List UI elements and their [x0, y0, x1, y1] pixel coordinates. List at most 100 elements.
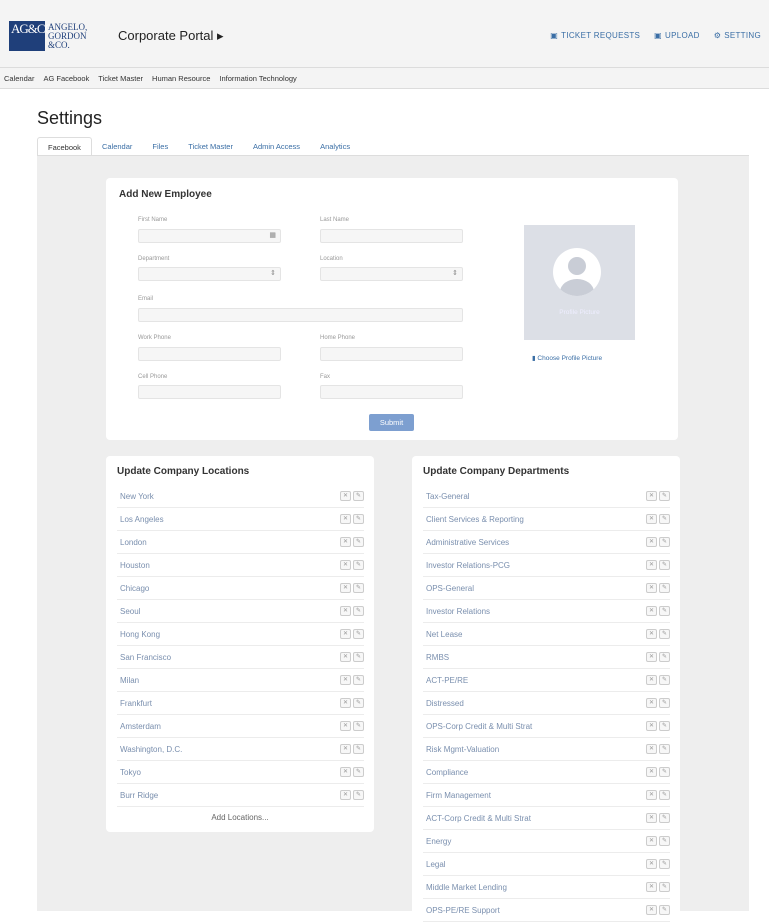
delete-icon[interactable]: ✕	[646, 514, 657, 524]
edit-icon[interactable]: ✎	[353, 675, 364, 685]
location-select[interactable]: ⇕	[320, 267, 463, 281]
delete-icon[interactable]: ✕	[646, 491, 657, 501]
delete-icon[interactable]: ✕	[646, 767, 657, 777]
delete-icon[interactable]: ✕	[340, 514, 351, 524]
edit-icon[interactable]: ✎	[353, 629, 364, 639]
edit-icon[interactable]: ✎	[353, 560, 364, 570]
department-select[interactable]: ⇕	[138, 267, 281, 281]
add-locations-link[interactable]: Add Locations...	[106, 813, 374, 822]
delete-icon[interactable]: ✕	[646, 813, 657, 823]
edit-icon[interactable]: ✎	[353, 698, 364, 708]
card-title: Add New Employee	[119, 189, 212, 200]
delete-icon[interactable]: ✕	[340, 629, 351, 639]
row-actions: ✕ ✎	[340, 606, 364, 616]
delete-icon[interactable]: ✕	[646, 698, 657, 708]
delete-icon[interactable]: ✕	[340, 537, 351, 547]
edit-icon[interactable]: ✎	[659, 767, 670, 777]
company-logo[interactable]: AG&CO ANGELO, GORDON &CO.	[9, 21, 87, 51]
list-item: Burr Ridge ✕ ✎	[117, 784, 364, 807]
delete-icon[interactable]: ✕	[646, 744, 657, 754]
delete-icon[interactable]: ✕	[646, 721, 657, 731]
edit-icon[interactable]: ✎	[659, 675, 670, 685]
nav-information-technology[interactable]: Information Technology	[219, 74, 296, 83]
edit-icon[interactable]: ✎	[659, 629, 670, 639]
delete-icon[interactable]: ✕	[340, 675, 351, 685]
tab-analytics[interactable]: Analytics	[310, 137, 360, 156]
edit-icon[interactable]: ✎	[659, 560, 670, 570]
profile-picture-placeholder[interactable]: Profile Picture	[524, 225, 635, 340]
fax-field[interactable]	[320, 385, 463, 399]
delete-icon[interactable]: ✕	[340, 652, 351, 662]
edit-icon[interactable]: ✎	[659, 491, 670, 501]
edit-icon[interactable]: ✎	[353, 537, 364, 547]
delete-icon[interactable]: ✕	[340, 698, 351, 708]
edit-icon[interactable]: ✎	[659, 836, 670, 846]
delete-icon[interactable]: ✕	[646, 836, 657, 846]
edit-icon[interactable]: ✎	[659, 606, 670, 616]
nav-calendar[interactable]: Calendar	[4, 74, 34, 83]
delete-icon[interactable]: ✕	[340, 491, 351, 501]
nav-ag-facebook[interactable]: AG Facebook	[43, 74, 89, 83]
ticket-requests-link[interactable]: ▣ TICKET REQUESTS	[550, 31, 640, 40]
tab-facebook[interactable]: Facebook	[37, 137, 92, 156]
edit-icon[interactable]: ✎	[659, 790, 670, 800]
home-phone-field[interactable]	[320, 347, 463, 361]
edit-icon[interactable]: ✎	[353, 767, 364, 777]
edit-icon[interactable]: ✎	[659, 744, 670, 754]
submit-button[interactable]: Submit	[369, 414, 414, 431]
edit-icon[interactable]: ✎	[353, 652, 364, 662]
edit-icon[interactable]: ✎	[659, 514, 670, 524]
delete-icon[interactable]: ✕	[646, 652, 657, 662]
delete-icon[interactable]: ✕	[646, 583, 657, 593]
delete-icon[interactable]: ✕	[340, 583, 351, 593]
tab-ticket-master[interactable]: Ticket Master	[178, 137, 243, 156]
first-name-field[interactable]: ▦	[138, 229, 281, 243]
tab-calendar[interactable]: Calendar	[92, 137, 142, 156]
edit-icon[interactable]: ✎	[659, 859, 670, 869]
delete-icon[interactable]: ✕	[340, 721, 351, 731]
delete-icon[interactable]: ✕	[646, 905, 657, 915]
edit-icon[interactable]: ✎	[353, 721, 364, 731]
delete-icon[interactable]: ✕	[646, 790, 657, 800]
edit-icon[interactable]: ✎	[659, 721, 670, 731]
delete-icon[interactable]: ✕	[340, 790, 351, 800]
edit-icon[interactable]: ✎	[353, 583, 364, 593]
upload-link[interactable]: ▣ UPLOAD	[654, 31, 700, 40]
delete-icon[interactable]: ✕	[646, 629, 657, 639]
edit-icon[interactable]: ✎	[659, 698, 670, 708]
row-actions: ✕ ✎	[646, 698, 670, 708]
tab-admin-access[interactable]: Admin Access	[243, 137, 310, 156]
edit-icon[interactable]: ✎	[353, 790, 364, 800]
edit-icon[interactable]: ✎	[659, 537, 670, 547]
delete-icon[interactable]: ✕	[646, 675, 657, 685]
delete-icon[interactable]: ✕	[646, 882, 657, 892]
edit-icon[interactable]: ✎	[659, 905, 670, 915]
edit-icon[interactable]: ✎	[353, 744, 364, 754]
edit-icon[interactable]: ✎	[659, 813, 670, 823]
portal-title[interactable]: Corporate Portal ▸	[118, 28, 224, 44]
delete-icon[interactable]: ✕	[646, 560, 657, 570]
delete-icon[interactable]: ✕	[340, 560, 351, 570]
list-item: RMBS ✕ ✎	[423, 646, 670, 669]
last-name-field[interactable]	[320, 229, 463, 243]
edit-icon[interactable]: ✎	[659, 652, 670, 662]
edit-icon[interactable]: ✎	[353, 606, 364, 616]
delete-icon[interactable]: ✕	[646, 537, 657, 547]
work-phone-field[interactable]	[138, 347, 281, 361]
edit-icon[interactable]: ✎	[659, 882, 670, 892]
delete-icon[interactable]: ✕	[646, 606, 657, 616]
tab-files[interactable]: Files	[142, 137, 178, 156]
email-field[interactable]	[138, 308, 463, 322]
cell-phone-field[interactable]	[138, 385, 281, 399]
delete-icon[interactable]: ✕	[340, 767, 351, 777]
delete-icon[interactable]: ✕	[340, 744, 351, 754]
setting-link[interactable]: ⚙ SETTING	[714, 31, 761, 40]
nav-human-resource[interactable]: Human Resource	[152, 74, 210, 83]
nav-ticket-master[interactable]: Ticket Master	[98, 74, 143, 83]
edit-icon[interactable]: ✎	[353, 491, 364, 501]
choose-picture-link[interactable]: ▮ Choose Profile Picture	[532, 354, 602, 362]
edit-icon[interactable]: ✎	[659, 583, 670, 593]
delete-icon[interactable]: ✕	[340, 606, 351, 616]
delete-icon[interactable]: ✕	[646, 859, 657, 869]
edit-icon[interactable]: ✎	[353, 514, 364, 524]
